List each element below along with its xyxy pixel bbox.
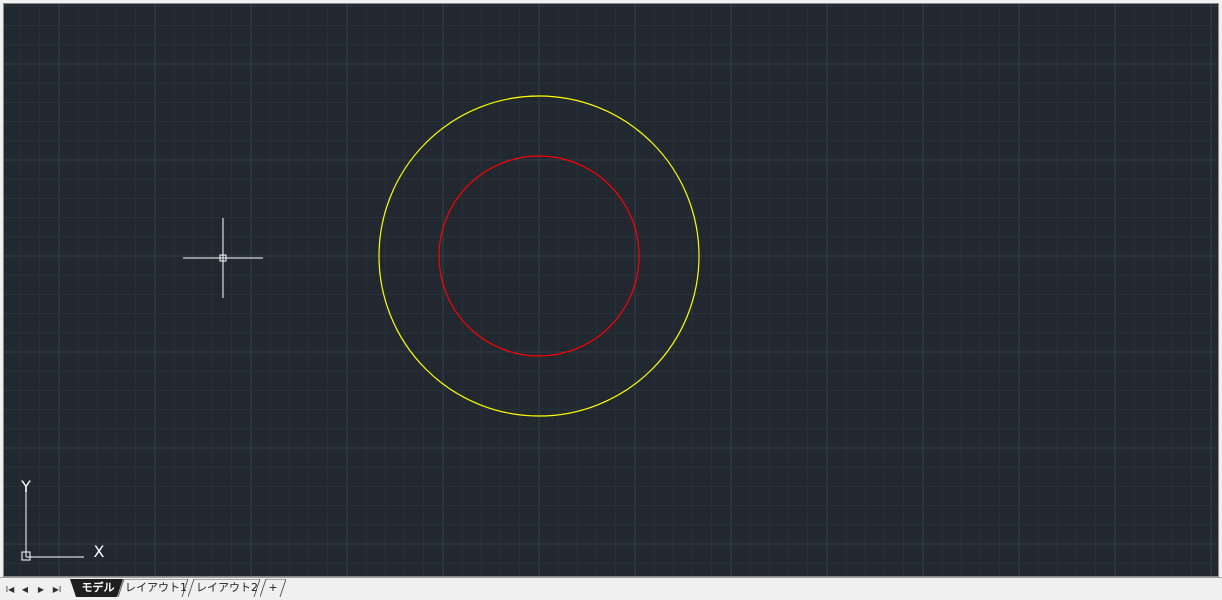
grid <box>4 4 1218 576</box>
add-layout-icon: + <box>268 581 278 594</box>
prev-tab-button[interactable]: ◀ <box>18 582 32 596</box>
tab-layout2-label: レイアウト2 <box>196 581 258 594</box>
first-tab-icon: I◀ <box>5 584 15 594</box>
ucs-icon: Y X <box>20 477 104 561</box>
next-tab-icon: ▶ <box>37 584 45 594</box>
tab-layout1-label: レイアウト1 <box>125 581 187 594</box>
prev-tab-icon: ◀ <box>21 584 29 594</box>
drawing-svg[interactable]: Y X <box>4 4 1218 576</box>
last-tab-icon: ▶I <box>52 584 62 594</box>
tab-layout2[interactable]: レイアウト2 <box>188 579 266 597</box>
last-tab-button[interactable]: ▶I <box>50 582 64 596</box>
ucs-x-label: X <box>94 542 105 561</box>
cad-application: Y X I◀ ◀ ▶ ▶I モデル レイアウト1 レイアウト2 + <box>0 0 1222 600</box>
first-tab-button[interactable]: I◀ <box>3 582 17 596</box>
layout-tab-bar: I◀ ◀ ▶ ▶I モデル レイアウト1 レイアウト2 + <box>0 577 1222 600</box>
drawing-canvas[interactable]: Y X <box>3 3 1219 577</box>
ucs-y-label: Y <box>20 477 31 496</box>
next-tab-button[interactable]: ▶ <box>34 582 48 596</box>
tab-add-layout[interactable]: + <box>260 579 286 597</box>
tab-layout1[interactable]: レイアウト1 <box>118 579 194 597</box>
